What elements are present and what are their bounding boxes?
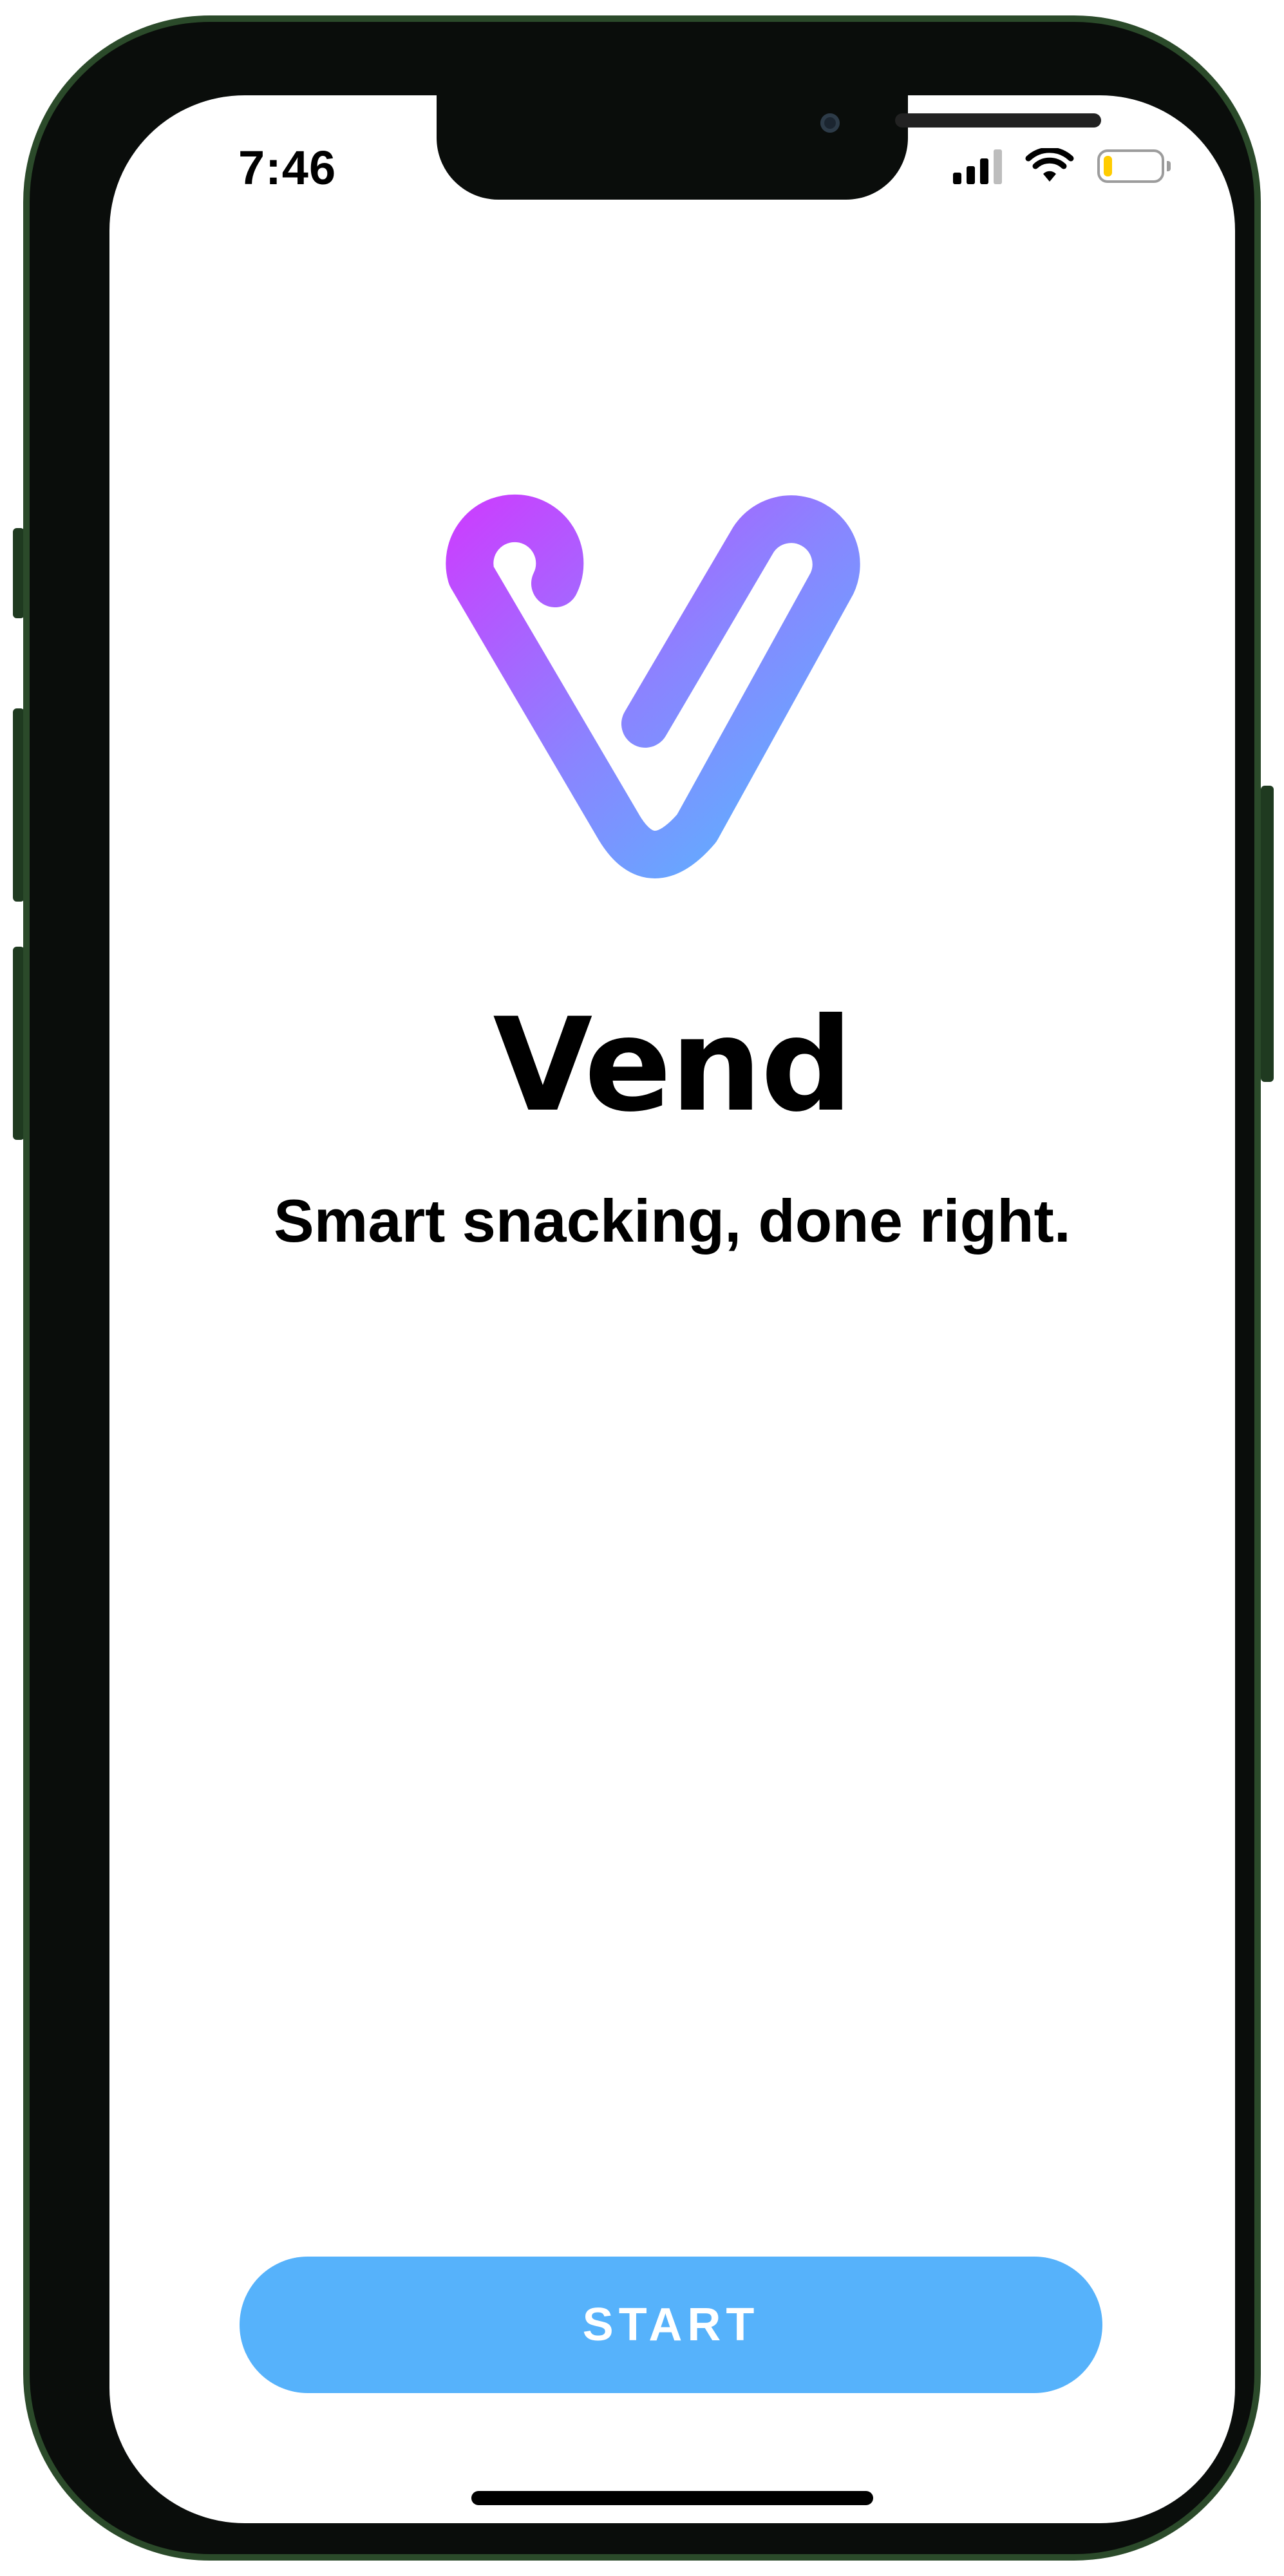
- start-button[interactable]: START: [240, 2257, 1102, 2393]
- earpiece-speaker: [895, 113, 1101, 128]
- power-button: [1261, 786, 1274, 1082]
- wifi-icon: [1025, 148, 1074, 182]
- vend-v-logo-icon: [446, 494, 860, 878]
- tagline: Smart snacking, done right.: [274, 1187, 1071, 1255]
- device-mockup: 7:46 Vend Smart snacking, done right. ST…: [0, 0, 1284, 2576]
- vend-logo: [401, 430, 941, 945]
- battery-icon: [1097, 149, 1171, 183]
- phone-frame: 7:46 Vend Smart snacking, done right. ST…: [23, 15, 1261, 2561]
- battery-level-fill: [1104, 156, 1112, 176]
- front-camera: [820, 113, 840, 133]
- signal-icon: [953, 148, 1002, 184]
- home-indicator[interactable]: [471, 2491, 873, 2505]
- app-screen: 7:46 Vend Smart snacking, done right. ST…: [109, 95, 1235, 2523]
- status-icons: [953, 148, 1171, 184]
- status-time: 7:46: [238, 141, 337, 194]
- battery-cap: [1167, 161, 1171, 171]
- notch: [437, 95, 1101, 200]
- app-name: Vend: [493, 990, 853, 1141]
